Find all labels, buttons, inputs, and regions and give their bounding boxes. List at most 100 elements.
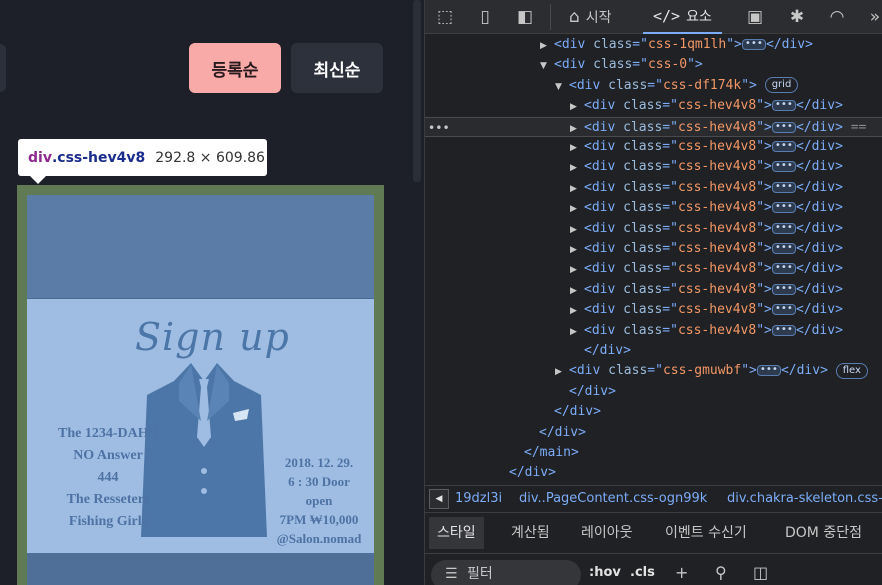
concert-poster-card[interactable]: Sign up The 1234-DAH!! NO Answer 444 The… <box>27 195 374 585</box>
flex-badge[interactable]: flex <box>835 362 868 379</box>
toolbar-divider <box>550 4 551 30</box>
dom-node[interactable]: ••• ▶ <div class="css-hev4v8"> ••• </div> == <box>425 116 882 139</box>
breadcrumb-item[interactable]: 19dzl3i <box>455 491 502 506</box>
bug-icon[interactable]: ✱ <box>785 6 809 28</box>
dom-node[interactable]: ▶ <div class="css-hev4v8"> ••• </div> <box>425 198 882 218</box>
dom-node[interactable]: ▶ <div class="css-1qm1lh"> ••• </div> <box>425 35 882 55</box>
opening-tag-text: <div class="css-hev4v8"> <box>584 281 772 297</box>
collapsed-content-button[interactable]: ••• <box>771 243 796 254</box>
inline-closing-tag: </div> <box>765 37 813 52</box>
collapsed-content-button[interactable]: ••• <box>771 100 796 112</box>
devtools-panel: ⬚ ▯ ◧ ⌂ 시작 </> 요소 ▣ ✱ ◠ » ▶ <div class="c… <box>424 0 882 585</box>
collapsed-content-button[interactable]: ••• <box>771 283 796 295</box>
hover-state-toggle[interactable]: :hov <box>589 565 621 580</box>
expand-triangle-icon[interactable]: ▶ <box>570 220 584 240</box>
collapsed-content-button[interactable]: ••• <box>771 324 796 336</box>
closing-tag-text: </main> <box>524 445 579 460</box>
dom-tree[interactable]: ▶ <div class="css-1qm1lh"> ••• </div> ▼ <div … <box>425 35 882 485</box>
expand-triangle-icon[interactable]: ▶ <box>570 260 584 280</box>
dom-closing-tag[interactable]: </div> <box>425 341 882 361</box>
dom-node[interactable]: ▶ <div class="css-hev4v8"> ••• </div> <box>425 239 882 259</box>
styles-filter-input[interactable]: ☰ 필터 <box>431 560 581 585</box>
sidebar-toggle-icon[interactable]: ◫ <box>753 563 768 582</box>
node-more-dots[interactable]: ••• <box>428 118 450 138</box>
add-rule-icon[interactable]: + <box>675 563 688 582</box>
lineup-band: NO Answer <box>73 448 143 463</box>
dom-node[interactable]: ▶ <div class="css-hev4v8"> ••• </div> <box>425 219 882 239</box>
dom-closing-tag[interactable]: </main> <box>425 443 882 463</box>
collapsed-content-button[interactable]: ••• <box>771 202 796 214</box>
dom-closing-tag[interactable]: </div> <box>425 463 882 483</box>
tab-event-listeners[interactable]: 이벤트 수신기 <box>657 517 755 549</box>
dom-node[interactable]: ▶ <div class="css-hev4v8"> ••• </div> <box>425 178 882 198</box>
tab-computed[interactable]: 계산됨 <box>503 517 558 549</box>
dom-node[interactable]: ▶ <div class="css-hev4v8"> ••• </div> <box>425 259 882 279</box>
class-toggle[interactable]: .cls <box>630 565 655 580</box>
collapsed-content-button[interactable]: ••• <box>741 39 766 50</box>
expand-triangle-icon[interactable]: ▶ <box>570 281 584 301</box>
dom-closing-tag[interactable]: </div> <box>425 402 882 422</box>
expand-triangle-icon[interactable]: ▶ <box>570 138 584 158</box>
sort-by-newest-button[interactable]: 최신순 <box>291 43 383 93</box>
dom-node[interactable]: ▶ <div class="css-hev4v8"> ••• </div> <box>425 321 882 341</box>
expand-triangle-icon[interactable]: ▶ <box>555 362 569 382</box>
opening-tag-text: <div class="css-hev4v8"> <box>584 241 772 256</box>
collapsed-content-button[interactable]: ••• <box>771 222 796 234</box>
poster-bottom-band <box>27 553 374 585</box>
opening-tag-text: <div class="css-0"> <box>554 57 703 73</box>
inspect-element-icon[interactable]: ⬚ <box>433 6 457 28</box>
collapsed-content-button[interactable]: ••• <box>771 141 796 152</box>
tab-welcome[interactable]: ⌂ 시작 <box>569 0 612 34</box>
sort-by-registration-button[interactable]: 등록순 <box>189 43 281 93</box>
dom-node[interactable]: ▶ <div class="css-hev4v8"> ••• </div> <box>425 137 882 157</box>
partially-visible-control[interactable] <box>0 44 6 92</box>
collapsed-content-button[interactable]: ••• <box>771 161 796 173</box>
opening-tag-text: <div class="css-hev4v8"> <box>584 322 772 338</box>
collapsed-content-button[interactable]: ••• <box>771 304 796 316</box>
paint-brush-icon[interactable]: ⚲ <box>715 563 727 582</box>
tab-elements[interactable]: </> 요소 <box>643 0 722 34</box>
collapse-triangle-icon[interactable]: ▼ <box>555 77 569 97</box>
expand-triangle-icon[interactable]: ▶ <box>570 240 584 260</box>
page-scrollbar-thumb[interactable] <box>413 0 421 182</box>
dom-node[interactable]: ▶ <div class="css-hev4v8"> ••• </div> <box>425 280 882 300</box>
breadcrumb-item[interactable]: div.chakra-skeleton.css- <box>727 491 882 506</box>
dom-node[interactable]: ▶ <div class="css-hev4v8"> ••• </div> <box>425 96 882 116</box>
breadcrumb-item[interactable]: div..PageContent.css-ogn99k <box>519 491 707 506</box>
filter-placeholder: 필터 <box>467 566 493 582</box>
expand-triangle-icon[interactable]: ▶ <box>570 179 584 199</box>
device-emulation-icon[interactable]: ▯ <box>473 6 497 28</box>
dom-node[interactable]: ▼ <div class="css-0"> <box>425 55 882 75</box>
collapsed-content-button[interactable]: ••• <box>771 121 796 133</box>
inline-closing-tag: </div> <box>795 302 843 318</box>
expand-triangle-icon[interactable]: ▶ <box>570 119 584 139</box>
dock-side-icon[interactable]: ◧ <box>513 6 537 28</box>
tab-dom-breakpoints[interactable]: DOM 중단점 <box>777 517 870 549</box>
expand-triangle-icon[interactable]: ▶ <box>570 158 584 178</box>
event-date: 2018. 12. 29. <box>284 455 354 470</box>
more-tools-icon[interactable]: » <box>863 6 882 28</box>
expand-triangle-icon[interactable]: ▶ <box>570 97 584 117</box>
expand-triangle-icon[interactable]: ▶ <box>540 36 554 56</box>
dom-node[interactable]: ▼ <div class="css-df174k"> grid <box>425 76 882 96</box>
dom-node[interactable]: ▶ <div class="css-gmuwbf"> ••• </div> flex <box>425 361 882 381</box>
tab-styles[interactable]: 스타일 <box>429 517 484 549</box>
dom-closing-tag[interactable]: </div> <box>425 423 882 443</box>
poster-top-band <box>27 195 374 299</box>
dom-node[interactable]: ▶ <div class="css-hev4v8"> ••• </div> <box>425 300 882 320</box>
wifi-network-icon[interactable]: ◠ <box>825 6 849 28</box>
expand-triangle-icon[interactable]: ▶ <box>570 199 584 219</box>
inline-closing-tag: </div> <box>795 119 843 135</box>
breadcrumb-scroll-left-button[interactable]: ◀ <box>429 489 449 509</box>
expand-triangle-icon[interactable]: ▶ <box>570 301 584 321</box>
expand-triangle-icon[interactable]: ▶ <box>570 322 584 342</box>
grid-badge[interactable]: grid <box>764 77 799 94</box>
dom-node[interactable]: ▶ <div class="css-hev4v8"> ••• </div> <box>425 157 882 177</box>
tab-layout[interactable]: 레이아웃 <box>573 517 641 549</box>
dom-closing-tag[interactable]: </div> <box>425 382 882 402</box>
collapsed-content-button[interactable]: ••• <box>756 365 781 377</box>
collapsed-content-button[interactable]: ••• <box>771 181 796 193</box>
collapse-triangle-icon[interactable]: ▼ <box>540 56 554 76</box>
collapsed-content-button[interactable]: ••• <box>771 263 796 275</box>
console-icon[interactable]: ▣ <box>743 6 767 28</box>
